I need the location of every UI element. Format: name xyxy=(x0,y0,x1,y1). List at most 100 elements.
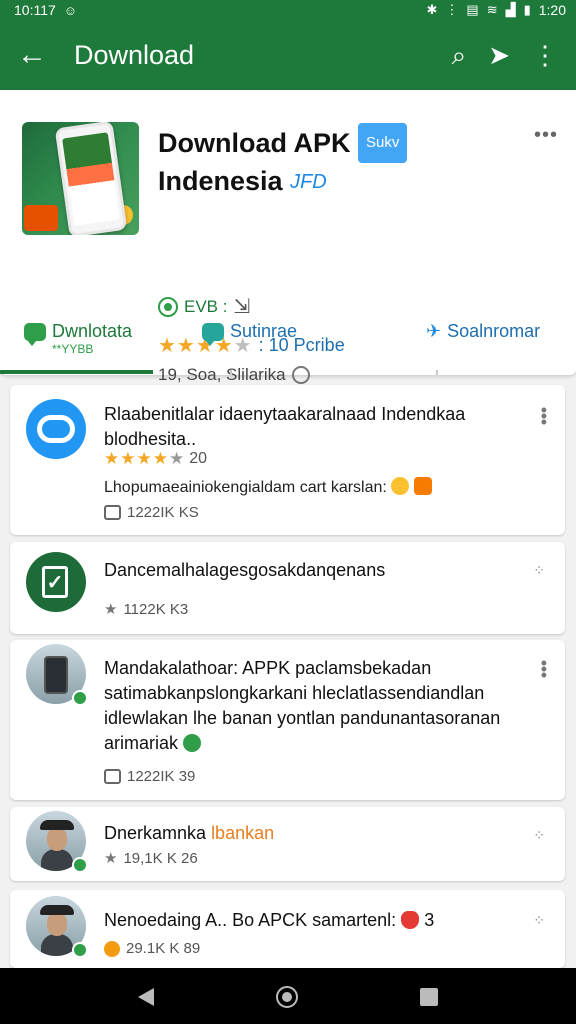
star-rating: ★★★★★ xyxy=(104,449,186,468)
star-icon: ★ xyxy=(104,601,118,618)
flame-emoji-icon xyxy=(401,911,420,929)
like-count: 29.1K K 89 xyxy=(126,940,201,957)
review-body: Lhopumaeainiokengialdam cart karslan: xyxy=(104,477,432,497)
tab-label: Soalnromar xyxy=(447,321,541,341)
sim-icon: ▤ xyxy=(466,2,479,17)
tab-share[interactable]: ✈ Soalnromar xyxy=(426,321,540,342)
signal-icon: ▟ xyxy=(505,2,516,17)
like-row[interactable]: ★ 19,1K K 26 xyxy=(104,849,198,868)
review-text: Dnerkamnka lbankan xyxy=(104,821,525,846)
app-title: Download APK Sukv Indenesia JFD xyxy=(158,123,518,200)
review-text-body: Mandakalathoar: APPK paclamsbekadan sati… xyxy=(104,658,501,753)
app-title-line1: Download APK xyxy=(158,128,351,158)
review-text: Dancemalhalagesgosakdanqenans xyxy=(104,560,386,580)
link-icon xyxy=(37,415,75,443)
grid-menu-icon[interactable]: ⁘ xyxy=(533,827,547,844)
phone-illustration xyxy=(54,122,128,235)
avatar[interactable] xyxy=(26,399,86,459)
app-thumbnail[interactable] xyxy=(22,122,139,235)
send-icon[interactable]: ➤ xyxy=(488,42,510,68)
like-count: 19,1K K 26 xyxy=(123,849,198,867)
smile-emoji-icon xyxy=(391,477,410,495)
review-body-text: Lhopumaeainiokengialdam cart karslan: xyxy=(104,479,387,496)
thumbs-up-icon xyxy=(104,505,121,520)
plane-icon: ✈ xyxy=(426,321,442,341)
avatar-head xyxy=(47,827,67,851)
notification-icon: ☺ xyxy=(63,2,78,18)
verified-badge-icon xyxy=(72,857,88,873)
like-row[interactable]: 1222IK KS xyxy=(104,504,199,521)
nav-home-icon[interactable] xyxy=(276,986,298,1008)
active-tab-indicator xyxy=(0,370,153,374)
status-time-right: 1:20 xyxy=(538,2,566,18)
tab-divider xyxy=(436,370,438,375)
verified-badge-icon xyxy=(72,690,88,706)
review-card[interactable]: Nenoedaing A.. Bo APCK samartenl: 3 29.1… xyxy=(10,890,565,968)
avatar-body xyxy=(41,934,73,956)
more-vert-icon[interactable]: • • • xyxy=(541,401,547,431)
like-count: 1222IK KS xyxy=(127,504,199,521)
app-title-line2: Indenesia xyxy=(158,166,283,196)
status-bar: 10:117 ☺ ✱ ⋮ ▤ ≋ ▟ ▮ 1:20 xyxy=(0,0,576,20)
review-text-suffix: 3 xyxy=(424,910,435,930)
comment-icon xyxy=(202,323,224,346)
system-nav-bar xyxy=(0,968,576,1024)
gift-emoji-icon xyxy=(413,477,432,495)
phone-image xyxy=(44,656,68,694)
review-card[interactable]: ✓ Dancemalhalagesgosakdanqenans ★ 1122K … xyxy=(10,542,565,634)
review-text: Mandakalathoar: APPK paclamsbekadan sati… xyxy=(104,656,525,756)
back-arrow-icon[interactable]: ← xyxy=(0,40,64,70)
tab-downloads[interactable]: Dwnlotata **YYBB xyxy=(24,321,132,356)
thumbnail-decoration xyxy=(24,205,58,231)
review-card[interactable]: Mandakalathoar: APPK paclamsbekadan sati… xyxy=(10,640,565,800)
battery-icon: ▮ xyxy=(523,2,531,17)
more-horiz-icon[interactable]: ••• xyxy=(534,124,558,147)
coin-icon xyxy=(104,940,120,957)
more-vert-icon[interactable]: ⋮ xyxy=(532,42,558,68)
review-rating: ★★★★★ 20 xyxy=(104,449,207,469)
search-icon[interactable]: ⌕ xyxy=(452,42,467,68)
avatar[interactable]: ✓ xyxy=(26,552,86,612)
bluetooth-icon: ✱ xyxy=(426,2,438,17)
vibrate-icon: ⋮ xyxy=(445,2,459,17)
avatar-hat xyxy=(40,820,74,830)
tab-bar: Dwnlotata **YYBB Sutinrae ✈ Soalnromar xyxy=(0,311,576,375)
nav-recents-icon[interactable] xyxy=(420,988,438,1006)
nav-back-icon[interactable] xyxy=(138,988,154,1006)
review-text-body: Nenoedaing A.. Bo APCK samartenl: xyxy=(104,910,397,930)
like-count: 1222IK 39 xyxy=(127,768,196,785)
page-title: Download xyxy=(74,39,195,70)
review-card[interactable]: Rlaabenitlalar idaenytaakaralnaad Indend… xyxy=(10,385,565,535)
review-rating-value: 20 xyxy=(189,450,208,467)
tab-comments[interactable]: Sutinrae xyxy=(202,321,298,346)
status-time: 10:117 xyxy=(14,2,56,18)
app-bar: ← Download ⌕ ➤ ⋮ xyxy=(0,20,576,90)
like-row[interactable]: 1222IK 39 xyxy=(104,768,195,785)
like-row[interactable]: 29.1K K 89 xyxy=(104,940,200,957)
chat-icon xyxy=(24,323,46,346)
grid-menu-icon[interactable]: ⁘ xyxy=(533,562,547,579)
star-icon: ★ xyxy=(104,850,118,867)
app-header-card: Download APK Sukv Indenesia JFD ••• EVB … xyxy=(0,90,576,384)
review-text-main: Dnerkamnka xyxy=(104,823,207,843)
app-title-badge: Sukv xyxy=(358,123,408,163)
tab-sublabel: **YYBB xyxy=(52,342,94,356)
tab-divider xyxy=(230,370,232,375)
thumbs-up-icon xyxy=(104,769,121,784)
app-title-tag: JFD xyxy=(290,171,327,193)
check-emoji-icon xyxy=(183,734,202,752)
verified-badge-icon xyxy=(72,942,88,958)
wifi-icon: ≋ xyxy=(486,2,498,17)
avatar-body xyxy=(41,849,73,871)
check-icon: ✓ xyxy=(42,566,68,598)
like-count: 1122K K3 xyxy=(123,600,189,618)
review-card[interactable]: Dnerkamnka lbankan ★ 19,1K K 26 ⁘ xyxy=(10,807,565,881)
more-vert-icon[interactable]: • • • xyxy=(541,654,547,684)
review-text-highlight[interactable]: lbankan xyxy=(211,823,274,843)
grid-menu-icon[interactable]: ⁘ xyxy=(533,912,547,929)
like-row[interactable]: ★ 1122K K3 xyxy=(104,600,189,619)
avatar-head xyxy=(47,912,67,936)
tab-label: Dwnlotata xyxy=(52,321,133,341)
tab-label: Sutinrae xyxy=(230,321,298,341)
review-text: Nenoedaing A.. Bo APCK samartenl: 3 xyxy=(104,908,525,933)
